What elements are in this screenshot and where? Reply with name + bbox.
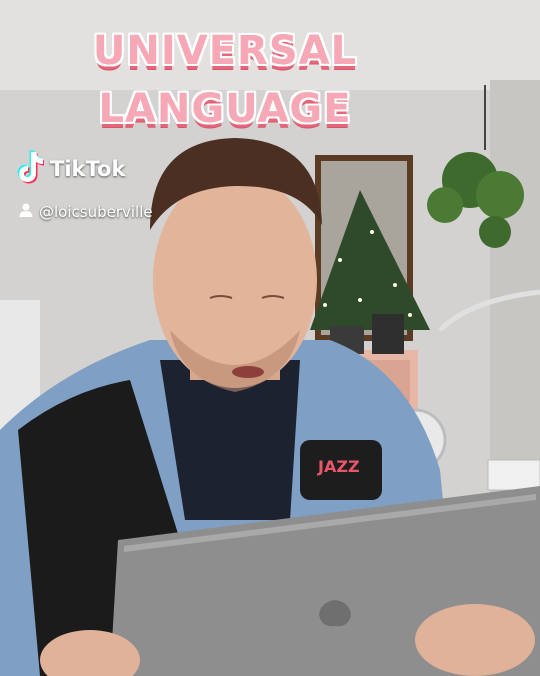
right-hand [415, 604, 535, 676]
tiktok-watermark: TikTok [14, 150, 125, 188]
tiktok-label: TikTok [50, 157, 126, 181]
svg-text:JAZZ: JAZZ [317, 457, 360, 476]
face [153, 172, 317, 388]
username-watermark: @loicsuberville [18, 202, 153, 222]
mouth [232, 366, 264, 378]
user-icon [18, 202, 34, 222]
radiator [487, 459, 540, 491]
title-line-language: LANGUAGE [98, 86, 352, 132]
username-label: @loicsuberville [39, 203, 153, 221]
wall-right-panel [490, 80, 540, 500]
tiktok-logo-icon [14, 150, 45, 188]
photo-frame [372, 314, 404, 354]
title-line-universal: UNIVERSAL [92, 28, 358, 74]
video-frame: JAZZ UNIVERSAL LANGUAGE TikTok @loicsube… [0, 0, 540, 676]
